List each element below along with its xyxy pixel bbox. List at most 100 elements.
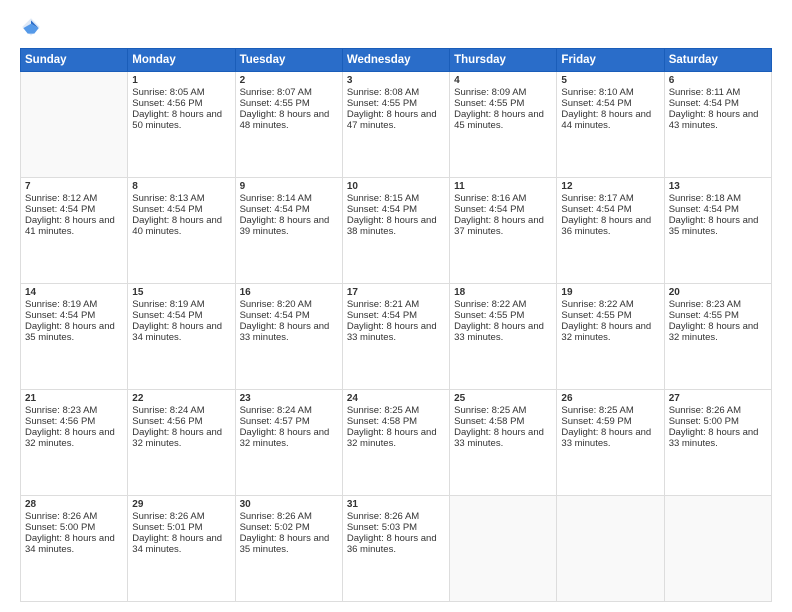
calendar-cell: 14Sunrise: 8:19 AMSunset: 4:54 PMDayligh… [21, 284, 128, 390]
sunrise: Sunrise: 8:23 AM [669, 299, 741, 310]
calendar-cell: 11Sunrise: 8:16 AMSunset: 4:54 PMDayligh… [450, 178, 557, 284]
logo [20, 16, 44, 38]
day-number: 15 [132, 287, 230, 298]
sunset: Sunset: 4:56 PM [132, 98, 202, 109]
day-number: 4 [454, 75, 552, 86]
day-number: 30 [240, 499, 338, 510]
day-number: 7 [25, 181, 123, 192]
sunset: Sunset: 4:54 PM [561, 204, 631, 215]
sunset: Sunset: 5:00 PM [25, 522, 95, 533]
day-number: 9 [240, 181, 338, 192]
calendar-cell [21, 72, 128, 178]
day-number: 27 [669, 393, 767, 404]
daylight: Daylight: 8 hours and 37 minutes. [454, 215, 544, 237]
calendar-cell: 13Sunrise: 8:18 AMSunset: 4:54 PMDayligh… [664, 178, 771, 284]
calendar-cell: 21Sunrise: 8:23 AMSunset: 4:56 PMDayligh… [21, 390, 128, 496]
daylight: Daylight: 8 hours and 50 minutes. [132, 109, 222, 131]
daylight: Daylight: 8 hours and 32 minutes. [347, 427, 437, 449]
calendar-cell: 15Sunrise: 8:19 AMSunset: 4:54 PMDayligh… [128, 284, 235, 390]
calendar-cell: 23Sunrise: 8:24 AMSunset: 4:57 PMDayligh… [235, 390, 342, 496]
sunset: Sunset: 4:54 PM [25, 310, 95, 321]
daylight: Daylight: 8 hours and 32 minutes. [25, 427, 115, 449]
sunrise: Sunrise: 8:17 AM [561, 193, 633, 204]
sunrise: Sunrise: 8:24 AM [240, 405, 312, 416]
sunset: Sunset: 4:58 PM [454, 416, 524, 427]
calendar-cell: 25Sunrise: 8:25 AMSunset: 4:58 PMDayligh… [450, 390, 557, 496]
daylight: Daylight: 8 hours and 35 minutes. [240, 533, 330, 555]
sunset: Sunset: 4:55 PM [347, 98, 417, 109]
header [20, 16, 772, 38]
sunset: Sunset: 5:03 PM [347, 522, 417, 533]
sunrise: Sunrise: 8:12 AM [25, 193, 97, 204]
sunrise: Sunrise: 8:26 AM [347, 511, 419, 522]
day-number: 11 [454, 181, 552, 192]
calendar-cell: 6Sunrise: 8:11 AMSunset: 4:54 PMDaylight… [664, 72, 771, 178]
sunset: Sunset: 4:56 PM [132, 416, 202, 427]
calendar-cell: 2Sunrise: 8:07 AMSunset: 4:55 PMDaylight… [235, 72, 342, 178]
day-number: 20 [669, 287, 767, 298]
day-of-week-header: Saturday [664, 49, 771, 72]
calendar-cell: 9Sunrise: 8:14 AMSunset: 4:54 PMDaylight… [235, 178, 342, 284]
day-number: 14 [25, 287, 123, 298]
calendar-cell: 5Sunrise: 8:10 AMSunset: 4:54 PMDaylight… [557, 72, 664, 178]
sunrise: Sunrise: 8:26 AM [25, 511, 97, 522]
sunset: Sunset: 5:01 PM [132, 522, 202, 533]
sunrise: Sunrise: 8:18 AM [669, 193, 741, 204]
day-number: 6 [669, 75, 767, 86]
sunset: Sunset: 4:54 PM [347, 204, 417, 215]
day-number: 24 [347, 393, 445, 404]
daylight: Daylight: 8 hours and 33 minutes. [669, 427, 759, 449]
calendar-cell: 31Sunrise: 8:26 AMSunset: 5:03 PMDayligh… [342, 496, 449, 602]
daylight: Daylight: 8 hours and 32 minutes. [669, 321, 759, 343]
daylight: Daylight: 8 hours and 36 minutes. [561, 215, 651, 237]
sunset: Sunset: 4:54 PM [132, 204, 202, 215]
day-number: 28 [25, 499, 123, 510]
daylight: Daylight: 8 hours and 47 minutes. [347, 109, 437, 131]
sunrise: Sunrise: 8:20 AM [240, 299, 312, 310]
daylight: Daylight: 8 hours and 35 minutes. [25, 321, 115, 343]
sunset: Sunset: 4:55 PM [454, 98, 524, 109]
day-number: 1 [132, 75, 230, 86]
sunset: Sunset: 4:54 PM [561, 98, 631, 109]
calendar-cell: 10Sunrise: 8:15 AMSunset: 4:54 PMDayligh… [342, 178, 449, 284]
sunset: Sunset: 4:54 PM [669, 98, 739, 109]
daylight: Daylight: 8 hours and 34 minutes. [132, 533, 222, 555]
day-number: 16 [240, 287, 338, 298]
day-number: 25 [454, 393, 552, 404]
day-number: 8 [132, 181, 230, 192]
sunset: Sunset: 4:57 PM [240, 416, 310, 427]
calendar-cell: 3Sunrise: 8:08 AMSunset: 4:55 PMDaylight… [342, 72, 449, 178]
sunset: Sunset: 4:54 PM [25, 204, 95, 215]
daylight: Daylight: 8 hours and 45 minutes. [454, 109, 544, 131]
day-number: 17 [347, 287, 445, 298]
sunrise: Sunrise: 8:26 AM [132, 511, 204, 522]
calendar-cell: 17Sunrise: 8:21 AMSunset: 4:54 PMDayligh… [342, 284, 449, 390]
sunset: Sunset: 4:54 PM [132, 310, 202, 321]
sunrise: Sunrise: 8:15 AM [347, 193, 419, 204]
calendar-cell: 24Sunrise: 8:25 AMSunset: 4:58 PMDayligh… [342, 390, 449, 496]
sunrise: Sunrise: 8:05 AM [132, 87, 204, 98]
sunrise: Sunrise: 8:25 AM [347, 405, 419, 416]
calendar-cell: 22Sunrise: 8:24 AMSunset: 4:56 PMDayligh… [128, 390, 235, 496]
calendar-cell: 27Sunrise: 8:26 AMSunset: 5:00 PMDayligh… [664, 390, 771, 496]
calendar-cell: 12Sunrise: 8:17 AMSunset: 4:54 PMDayligh… [557, 178, 664, 284]
sunrise: Sunrise: 8:26 AM [669, 405, 741, 416]
calendar-cell: 4Sunrise: 8:09 AMSunset: 4:55 PMDaylight… [450, 72, 557, 178]
calendar-cell: 8Sunrise: 8:13 AMSunset: 4:54 PMDaylight… [128, 178, 235, 284]
daylight: Daylight: 8 hours and 32 minutes. [561, 321, 651, 343]
daylight: Daylight: 8 hours and 48 minutes. [240, 109, 330, 131]
daylight: Daylight: 8 hours and 33 minutes. [454, 427, 544, 449]
sunrise: Sunrise: 8:25 AM [454, 405, 526, 416]
sunset: Sunset: 5:02 PM [240, 522, 310, 533]
sunset: Sunset: 4:59 PM [561, 416, 631, 427]
day-number: 10 [347, 181, 445, 192]
day-of-week-header: Tuesday [235, 49, 342, 72]
sunrise: Sunrise: 8:19 AM [132, 299, 204, 310]
calendar-cell: 19Sunrise: 8:22 AMSunset: 4:55 PMDayligh… [557, 284, 664, 390]
sunset: Sunset: 4:54 PM [240, 310, 310, 321]
calendar-cell [664, 496, 771, 602]
sunrise: Sunrise: 8:25 AM [561, 405, 633, 416]
daylight: Daylight: 8 hours and 32 minutes. [132, 427, 222, 449]
daylight: Daylight: 8 hours and 38 minutes. [347, 215, 437, 237]
daylight: Daylight: 8 hours and 43 minutes. [669, 109, 759, 131]
